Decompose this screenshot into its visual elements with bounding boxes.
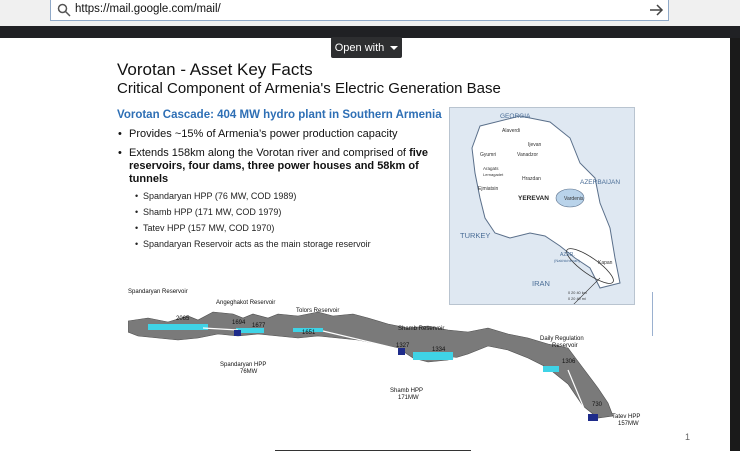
slide-title: Vorotan - Asset Key Facts bbox=[117, 60, 313, 79]
browser-address-bar: https://mail.google.com/mail/ bbox=[0, 0, 740, 26]
label-angeghakot-reservoir: Angeghakot Reservoir bbox=[216, 300, 275, 306]
label-daily-reg-2: Reservoir bbox=[552, 343, 578, 349]
scrollbar-right[interactable] bbox=[730, 38, 740, 451]
map-label-yerevan: YEREVAN bbox=[518, 195, 549, 202]
elev-1334: 1334 bbox=[432, 347, 446, 353]
shamb-reservoir-water bbox=[413, 352, 453, 360]
url-field[interactable]: https://mail.google.com/mail/ bbox=[50, 0, 669, 21]
label-spandaryan-reservoir: Spandaryan Reservoir bbox=[128, 289, 188, 295]
bullet-1: • Provides ~15% of Armenia’s power produc… bbox=[118, 128, 398, 140]
sub-bullet-3: • Tatev HPP (157 MW, COD 1970) bbox=[135, 223, 275, 233]
map-label-gyumri: Gyumri bbox=[480, 152, 496, 158]
cascade-profile-diagram: Spandaryan Reservoir Angeghakot Reservoi… bbox=[128, 289, 640, 427]
label-tolors-reservoir: Tolors Reservoir bbox=[296, 308, 339, 314]
sub-bullet-4: • Spandaryan Reservoir acts as the main s… bbox=[135, 239, 371, 249]
label-spandaryan-hpp-2: 76MW bbox=[240, 369, 258, 375]
elev-1306: 1306 bbox=[562, 359, 576, 365]
sub-bullet-1: • Spandaryan HPP (76 MW, COD 1989) bbox=[135, 191, 297, 201]
elev-1694: 1694 bbox=[232, 320, 246, 326]
sub-bullet-2: • Shamb HPP (171 MW, COD 1979) bbox=[135, 207, 282, 217]
bullet-2: • Extends 158km along the Vorotan river a… bbox=[118, 147, 429, 159]
chevron-down-icon bbox=[390, 45, 399, 50]
open-with-button[interactable]: Open with bbox=[331, 37, 402, 58]
elev-1677: 1677 bbox=[252, 323, 266, 329]
spandaryan-hpp-marker bbox=[234, 330, 241, 336]
map-label-ejmiatsin: Ejmiatsin bbox=[478, 186, 499, 192]
elev-730: 730 bbox=[592, 402, 603, 408]
open-with-label: Open with bbox=[334, 41, 385, 54]
map-label-azerbaijan: AZERBAIJAN bbox=[580, 179, 620, 186]
map-label-alaverdi: Alaverdi bbox=[502, 128, 520, 134]
map-label-hrazdan: Hrazdan bbox=[522, 176, 541, 182]
map-label-nakhichevan: (Nakhichevan) bbox=[554, 258, 580, 263]
bullet-2-line2: reservoirs, four dams, three power house… bbox=[129, 160, 419, 172]
label-tatev-hpp-2: 157MW bbox=[618, 421, 639, 427]
map-label-georgia: GEORGIA bbox=[500, 113, 531, 120]
label-daily-reg-1: Daily Regulation bbox=[540, 336, 584, 342]
page-number: 1 bbox=[685, 432, 691, 442]
map-label-lerma: Lernagadet bbox=[483, 172, 504, 177]
label-tatev-hpp-1: Tatev HPP bbox=[612, 414, 640, 420]
shamb-hpp-marker bbox=[398, 348, 405, 355]
slide-subheading: Vorotan Cascade: 404 MW hydro plant in S… bbox=[117, 109, 442, 121]
map-label-kapan: Kapan bbox=[598, 260, 613, 266]
map-label-vanadzor: Vanadzor bbox=[517, 152, 538, 158]
map-label-iran: IRAN bbox=[532, 279, 550, 288]
armenia-map: GEORGIA Alaverdi Ijevan Gyumri Vanadzor … bbox=[449, 107, 635, 305]
map-label-vardenis: Vardenis bbox=[564, 196, 584, 202]
daily-reservoir-water bbox=[543, 366, 559, 372]
label-shamb-reservoir: Shamb Reservoir bbox=[398, 326, 444, 332]
label-shamb-hpp-2: 171MW bbox=[398, 395, 419, 401]
spandaryan-reservoir-water bbox=[148, 324, 208, 330]
elev-2065: 2065 bbox=[176, 316, 190, 322]
map-label-aragats: Aragats bbox=[483, 166, 499, 171]
elev-1327: 1327 bbox=[396, 343, 410, 349]
go-arrow-icon[interactable] bbox=[648, 2, 664, 18]
slide-page: Vorotan - Asset Key Facts Critical Compo… bbox=[0, 38, 730, 451]
url-text: https://mail.google.com/mail/ bbox=[75, 3, 221, 15]
map-label-ijevan: Ijevan bbox=[528, 142, 542, 148]
search-icon bbox=[57, 3, 71, 17]
label-spandaryan-hpp-1: Spandaryan HPP bbox=[220, 362, 266, 368]
slide-subtitle: Critical Component of Armenia's Electric… bbox=[117, 80, 501, 97]
tatev-hpp-marker bbox=[588, 414, 598, 421]
map-label-turkey: TURKEY bbox=[460, 231, 490, 240]
label-shamb-hpp-1: Shamb HPP bbox=[390, 388, 423, 394]
bullet-2-line3: tunnels bbox=[129, 173, 169, 185]
elev-1651: 1651 bbox=[302, 330, 316, 336]
